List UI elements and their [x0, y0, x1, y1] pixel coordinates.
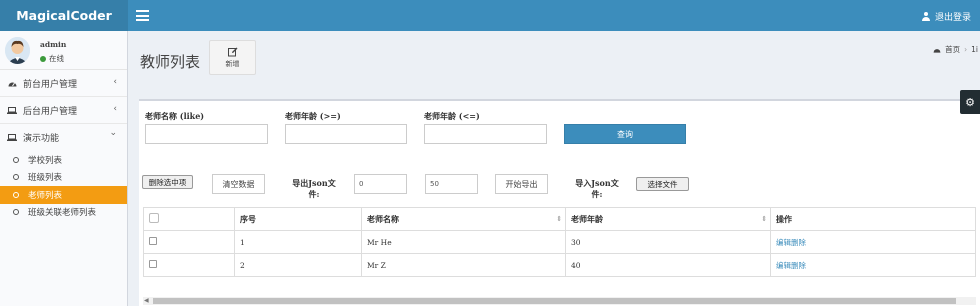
user-name: admin	[40, 40, 67, 49]
row-name: Mr Z	[361, 253, 566, 277]
start-export-button[interactable]: 开始导出	[495, 174, 548, 194]
page-title: 教师列表	[140, 53, 201, 71]
export-label: 导出Json文件:	[292, 178, 336, 199]
sidebar-subitem-class-teachers[interactable]: 班级关联老师列表	[0, 204, 127, 222]
sidebar-subitem-schools[interactable]: 学校列表	[0, 151, 127, 169]
sidebar-item-frontend-users[interactable]: 前台用户管理 ‹	[0, 70, 127, 97]
import-label: 导入Json文件:	[575, 178, 619, 199]
circle-icon	[13, 156, 19, 163]
logout-label: 退出登录	[934, 13, 971, 23]
circle-icon	[13, 209, 19, 216]
sort-icon: ⇕	[761, 214, 767, 223]
breadcrumb: 首页 › 1i	[933, 44, 978, 55]
edit-link[interactable]: 编辑	[776, 261, 791, 270]
header-actions-label: 操作	[776, 213, 792, 224]
export-start-input[interactable]: 0	[354, 174, 407, 194]
circle-icon	[13, 191, 19, 198]
row-name: Mr He	[361, 230, 566, 254]
sidebar-item-demo[interactable]: 演示功能 ⌄	[0, 124, 127, 151]
settings-gear-icon[interactable]: ⚙	[960, 90, 980, 114]
chevron-left-icon: ‹	[113, 77, 117, 87]
sidebar-toggle-icon[interactable]	[136, 10, 149, 21]
filter-age-min-label: 老师年龄 (>=)	[285, 111, 341, 121]
delete-link[interactable]: 删除	[791, 238, 806, 247]
header-id-label: 序号	[240, 213, 256, 224]
export-count-input[interactable]: 50	[425, 174, 478, 194]
circle-icon	[13, 174, 19, 181]
row-id: 1	[234, 230, 362, 254]
header-name-label: 老师名称	[367, 213, 399, 224]
app-logo[interactable]: MagicalCoder	[0, 0, 128, 31]
row-checkbox[interactable]	[149, 237, 157, 245]
chevron-down-icon: ⌄	[109, 128, 117, 138]
header-actions: 操作	[770, 207, 976, 231]
top-navbar: 退出登录	[128, 0, 980, 31]
sidebar-item-backend-users[interactable]: 后台用户管理 ‹	[0, 97, 127, 124]
row-age: 30	[565, 230, 771, 254]
avatar	[5, 37, 30, 64]
sidebar-subitem-label: 班级列表	[28, 173, 63, 184]
breadcrumb-current: 1i	[971, 45, 978, 54]
sidebar-subitem-label: 学校列表	[28, 155, 63, 166]
row-actions: 编辑删除	[770, 230, 976, 254]
user-panel: admin 在线	[0, 31, 127, 70]
header-age[interactable]: 老师年龄 ⇕	[565, 207, 771, 231]
edit-icon	[227, 47, 237, 56]
sidebar-item-label: 演示功能	[23, 134, 60, 144]
dashboard-icon	[933, 48, 941, 53]
breadcrumb-home[interactable]: 首页	[945, 44, 960, 55]
table-row: 1 Mr He 30 编辑删除	[143, 230, 976, 254]
laptop-icon	[7, 106, 17, 114]
table-header-row: 序号 老师名称 ⇕ 老师年龄 ⇕ 操作	[143, 207, 976, 231]
breadcrumb-separator: ›	[964, 45, 968, 54]
add-button-label: 新增	[225, 59, 240, 68]
delete-link[interactable]: 删除	[791, 261, 806, 270]
chevron-left-icon: ‹	[113, 104, 117, 114]
scroll-left-icon[interactable]: ◀	[144, 297, 149, 305]
filter-name-label: 老师名称 (like)	[145, 111, 205, 121]
filter-age-min-input[interactable]	[285, 124, 407, 144]
sidebar: admin 在线 前台用户管理 ‹ 后台用户管理 ‹ 演示功能 ⌄ 学校列表 班…	[0, 31, 128, 306]
row-select-cell	[143, 253, 235, 277]
horizontal-scrollbar[interactable]: ◀	[143, 297, 976, 305]
sort-icon: ⇕	[556, 214, 562, 223]
user-status: 在线	[40, 53, 64, 64]
logout-link[interactable]: 退出登录	[922, 10, 971, 23]
sidebar-subitem-teachers[interactable]: 老师列表	[0, 186, 127, 204]
header-id: 序号	[234, 207, 362, 231]
filter-name-input[interactable]	[145, 124, 268, 144]
row-select-cell	[143, 230, 235, 254]
filter-age-max-input[interactable]	[424, 124, 547, 144]
row-age: 40	[565, 253, 771, 277]
table-row: 2 Mr Z 40 编辑删除	[143, 253, 976, 277]
teacher-list-box: 老师名称 (like) 老师年龄 (>=) 老师年龄 (<=) 查询 删除选中项…	[139, 99, 980, 306]
choose-file-button[interactable]: 选择文件	[636, 177, 689, 191]
row-id: 2	[234, 253, 362, 277]
user-icon	[922, 12, 931, 21]
row-actions: 编辑删除	[770, 253, 976, 277]
header-select-all[interactable]	[143, 207, 235, 231]
clear-data-button[interactable]: 清空数据	[212, 174, 265, 194]
scrollbar-thumb[interactable]	[153, 298, 956, 304]
filter-age-max-label: 老师年龄 (<=)	[424, 111, 480, 121]
row-checkbox[interactable]	[149, 260, 157, 268]
sidebar-item-label: 前台用户管理	[23, 79, 78, 90]
delete-selected-button[interactable]: 删除选中项	[142, 175, 193, 189]
select-all-checkbox[interactable]	[149, 213, 159, 223]
main-content: 教师列表 新增 首页 › 1i 老师名称 (like) 老师年龄 (>=) 老师…	[129, 31, 980, 306]
query-button[interactable]: 查询	[564, 124, 686, 144]
online-dot-icon	[40, 55, 46, 62]
add-button[interactable]: 新增	[209, 40, 256, 75]
user-status-label: 在线	[49, 54, 64, 63]
sidebar-subitem-classes[interactable]: 班级列表	[0, 169, 127, 187]
laptop-icon	[7, 134, 17, 141]
header-age-label: 老师年龄	[571, 213, 603, 224]
sidebar-subitem-label: 老师列表	[28, 190, 63, 201]
dashboard-icon	[7, 80, 17, 87]
header-name[interactable]: 老师名称 ⇕	[361, 207, 566, 231]
sidebar-subitem-label: 班级关联老师列表	[28, 208, 97, 219]
teacher-table: 序号 老师名称⇕ 老师年龄⇕ 操作 1 Mr He 30 编辑删除 2 Mr	[143, 207, 976, 277]
sidebar-item-label: 后台用户管理	[23, 106, 78, 117]
edit-link[interactable]: 编辑	[776, 238, 791, 247]
